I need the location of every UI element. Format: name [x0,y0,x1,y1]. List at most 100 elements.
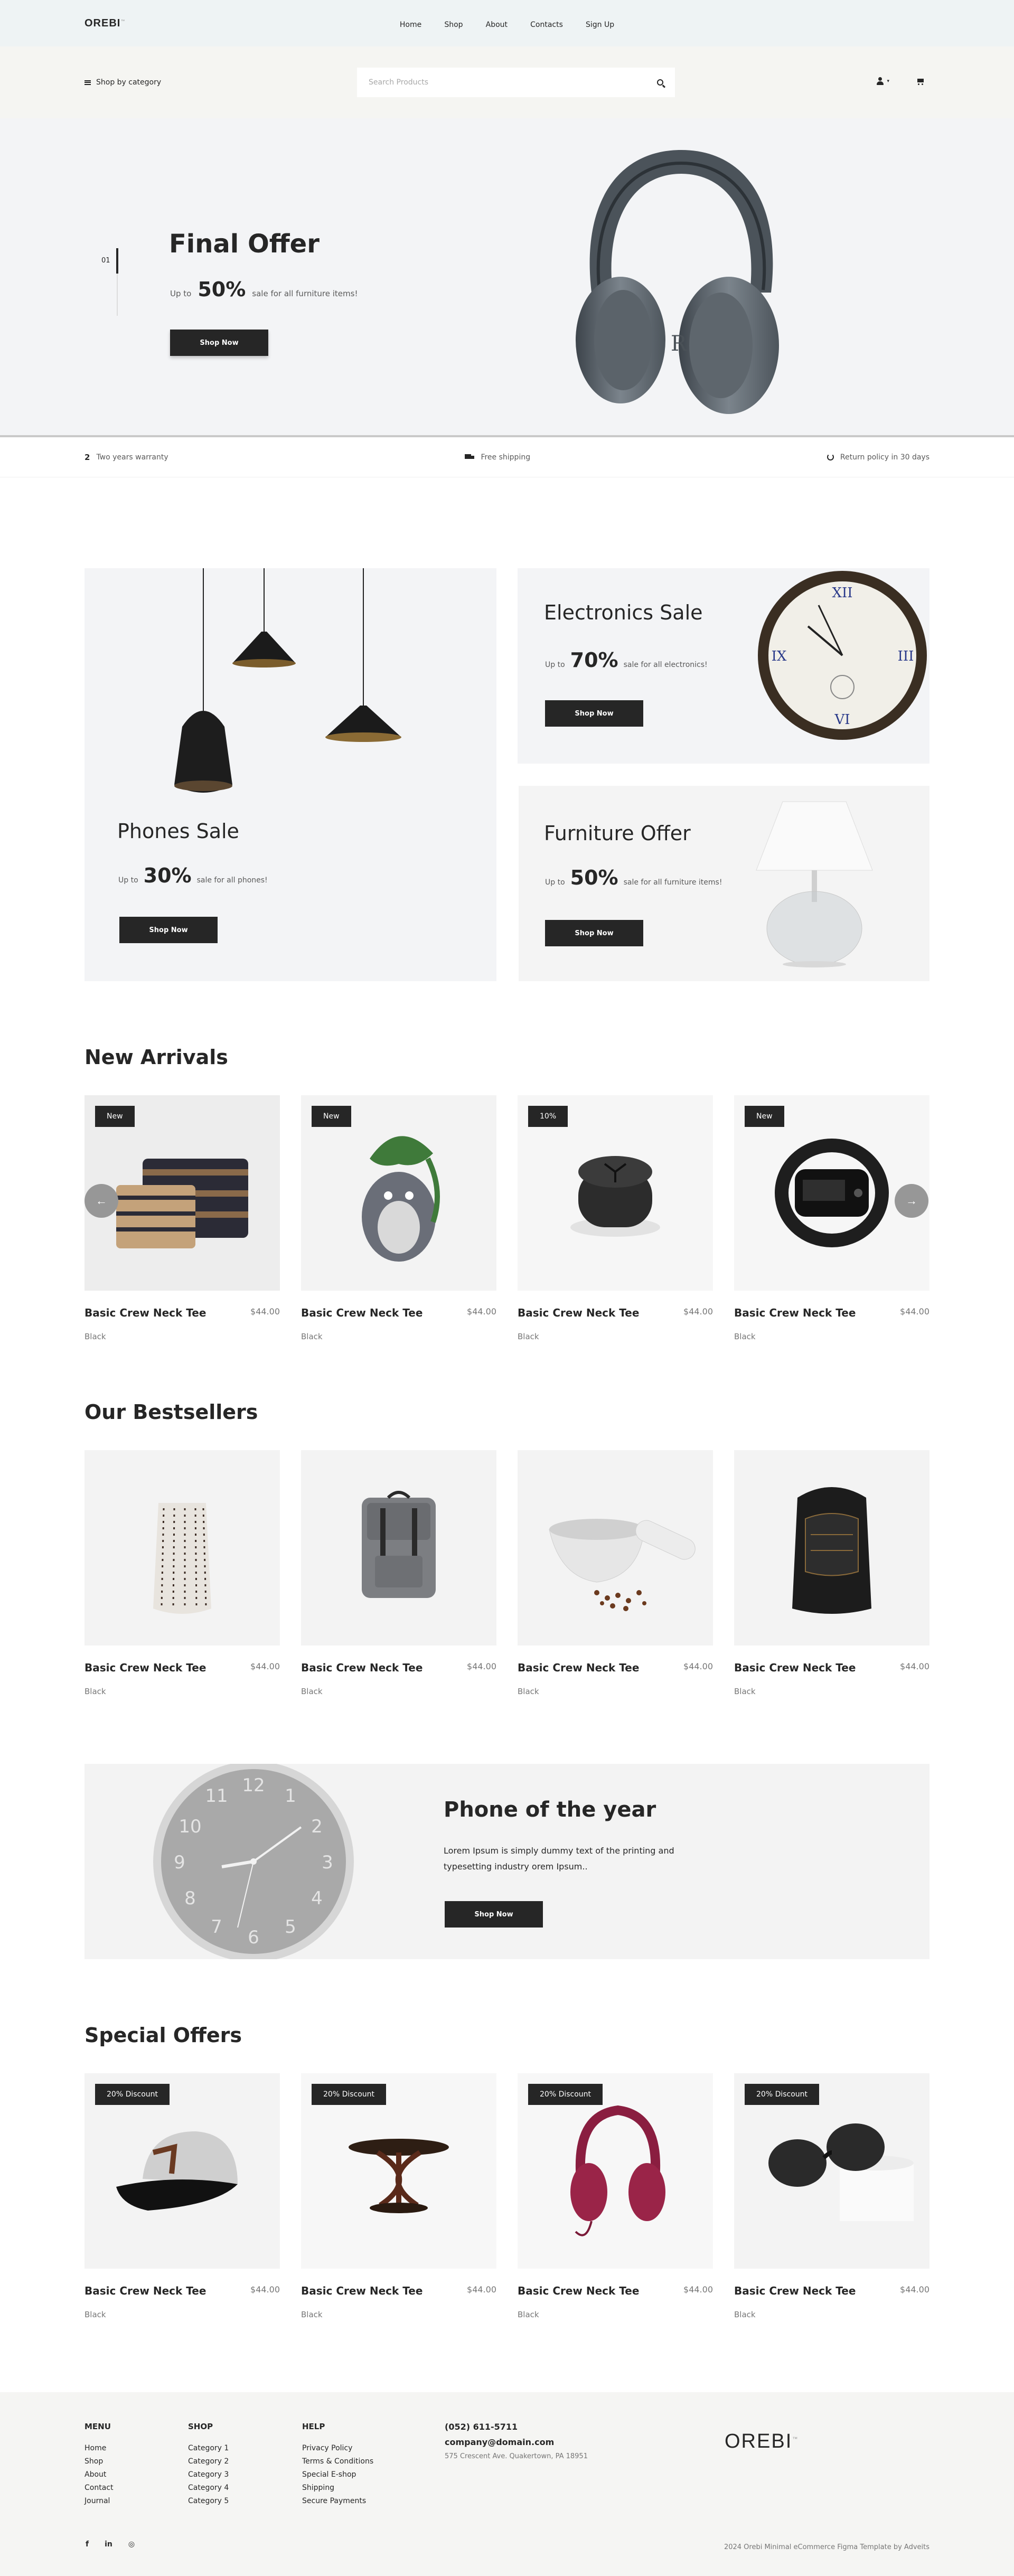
nav-link-shop[interactable]: Shop [444,21,463,29]
product-name[interactable]: Basic Crew Neck Tee [84,1661,206,1674]
product-image[interactable]: New [301,1095,496,1291]
arrow-left-icon[interactable]: ← [84,1184,118,1218]
footer-contact: (052) 611-5711 company@domain.com 575 Cr… [445,2422,588,2460]
product-image[interactable] [84,1450,280,1646]
search-icon[interactable] [657,79,663,86]
product-card[interactable]: Basic Crew Neck Tee $44.00 Black [301,1450,496,1696]
electronics-sale-title: Electronics Sale [544,601,703,624]
clock-number: 1 [285,1785,296,1807]
product-badge: New [312,1106,351,1127]
slide-number[interactable]: 01 [101,257,110,265]
product-card[interactable]: 20% Discount Basic Crew Neck Tee $44.00 B… [301,2073,496,2319]
phone-of-year-shop-now-button[interactable]: Shop Now [445,1901,543,1928]
product-name[interactable]: Basic Crew Neck Tee [301,1661,422,1674]
product-name[interactable]: Basic Crew Neck Tee [84,1306,206,1319]
truck-icon [465,454,475,460]
product-image[interactable]: 20% Discount [301,2073,496,2269]
product-name[interactable]: Basic Crew Neck Tee [84,2284,206,2297]
footer-link[interactable]: Terms & Conditions [302,2457,373,2466]
arrow-right-icon[interactable]: → [895,1184,928,1218]
product-name[interactable]: Basic Crew Neck Tee [518,2284,639,2297]
product-image[interactable] [518,1450,713,1646]
footer-link[interactable]: Home [84,2444,113,2452]
phones-sale-banner[interactable]: Phones Sale Up to 30% sale for all phone… [84,568,496,981]
product-card[interactable]: New Basic Crew Neck Tee $44.00 Black [301,1095,496,1341]
product-card[interactable]: 20% Discount Basic Crew Neck Tee $44.00 B… [734,2073,929,2319]
product-card[interactable]: Basic Crew Neck Tee $44.00 Black [734,1450,929,1696]
hero-shop-now-button[interactable]: Shop Now [170,330,268,356]
footer-link[interactable]: Category 1 [188,2444,229,2452]
product-name[interactable]: Basic Crew Neck Tee [518,1306,639,1319]
electronics-sale-percent: 70% [570,648,618,672]
product-badge: 20% Discount [312,2084,387,2105]
footer-link[interactable]: Journal [84,2497,113,2505]
footer-link[interactable]: Shop [84,2457,113,2466]
shop-by-category-button[interactable]: Shop by category [84,78,161,87]
footer-logo[interactable]: OREBI™ [725,2430,799,2453]
facebook-icon[interactable]: f [86,2540,89,2549]
feature-warranty: 2 Two years warranty [84,453,168,462]
furniture-offer-banner[interactable]: Furniture Offer Up to 50% sale for all f… [519,786,929,981]
product-name[interactable]: Basic Crew Neck Tee [734,1661,856,1674]
footer-link[interactable]: Shipping [302,2484,373,2492]
phone-of-year-banner: 12 1 2 3 4 5 6 7 8 9 10 11 Phone of the … [84,1764,929,1959]
electronics-shop-now-button[interactable]: Shop Now [545,700,643,727]
product-name[interactable]: Basic Crew Neck Tee [518,1661,639,1674]
phones-sale-title: Phones Sale [117,820,239,843]
nav-link-home[interactable]: Home [400,21,421,29]
product-price: $44.00 [900,1661,929,1671]
hero-percent: 50% [198,278,246,301]
product-image[interactable] [734,1450,929,1646]
product-color: Black [84,2310,106,2319]
product-card[interactable]: 20% Discount Basic Crew Neck Tee $44.00 B… [84,2073,280,2319]
product-card[interactable]: Basic Crew Neck Tee $44.00 Black [84,1450,280,1696]
clock-number: 4 [311,1888,323,1909]
footer-link[interactable]: Category 3 [188,2470,229,2479]
footer-link[interactable]: Privacy Policy [302,2444,373,2452]
product-color: Black [518,1687,539,1696]
caret-down-icon: ▾ [887,79,889,84]
product-color: Black [518,1332,539,1341]
contact-phone[interactable]: (052) 611-5711 [445,2422,588,2432]
product-card[interactable]: 20% Discount Basic Crew Neck Tee $44.00 B… [518,2073,713,2319]
product-image[interactable]: 20% Discount [518,2073,713,2269]
product-name[interactable]: Basic Crew Neck Tee [301,1306,422,1319]
footer-link[interactable]: Secure Payments [302,2497,373,2505]
nav-link-about[interactable]: About [486,21,508,29]
product-image[interactable]: 20% Discount [734,2073,929,2269]
product-card[interactable]: 10% Basic Crew Neck Tee $44.00 Black [518,1095,713,1341]
footer-link[interactable]: Contact [84,2484,113,2492]
product-image[interactable]: 10% [518,1095,713,1291]
product-image[interactable] [301,1450,496,1646]
footer-link[interactable]: About [84,2470,113,2479]
linkedin-icon[interactable]: in [105,2540,112,2549]
product-card[interactable]: New Basic Crew Neck Tee $44.00 Black [84,1095,280,1341]
product-card[interactable]: New Basic Crew Neck Tee $44.00 Black [734,1095,929,1341]
product-name[interactable]: Basic Crew Neck Tee [734,2284,856,2297]
clock-number: 8 [184,1888,196,1909]
slide-indicator-active[interactable] [116,248,118,274]
product-name[interactable]: Basic Crew Neck Tee [734,1306,856,1319]
footer-link[interactable]: Category 4 [188,2484,229,2492]
phones-shop-now-button[interactable]: Shop Now [119,917,218,943]
search-input[interactable] [369,78,657,87]
nav-link-signup[interactable]: Sign Up [586,21,614,29]
product-card[interactable]: Basic Crew Neck Tee $44.00 Black [518,1450,713,1696]
contact-email[interactable]: company@domain.com [445,2437,588,2447]
vase-image [153,1503,211,1614]
product-name[interactable]: Basic Crew Neck Tee [301,2284,422,2297]
product-color: Black [734,2310,756,2319]
product-image[interactable]: 20% Discount [84,2073,280,2269]
cart-icon[interactable] [916,78,924,85]
electronics-sale-banner[interactable]: XII III VI IX Electronics Sale Up to 70% sa… [518,568,929,764]
feature-return-label: Return policy in 30 days [840,453,929,462]
user-menu-button[interactable]: ▾ [876,77,889,86]
footer-link[interactable]: Category 5 [188,2497,229,2505]
hero-title: Final Offer [169,229,320,259]
furniture-shop-now-button[interactable]: Shop Now [545,920,643,946]
nav-link-contacts[interactable]: Contacts [530,21,563,29]
footer-link[interactable]: Category 2 [188,2457,229,2466]
footer-link[interactable]: Special E-shop [302,2470,373,2479]
product-badge: 20% Discount [528,2084,603,2105]
instagram-icon[interactable]: ◎ [128,2540,135,2549]
